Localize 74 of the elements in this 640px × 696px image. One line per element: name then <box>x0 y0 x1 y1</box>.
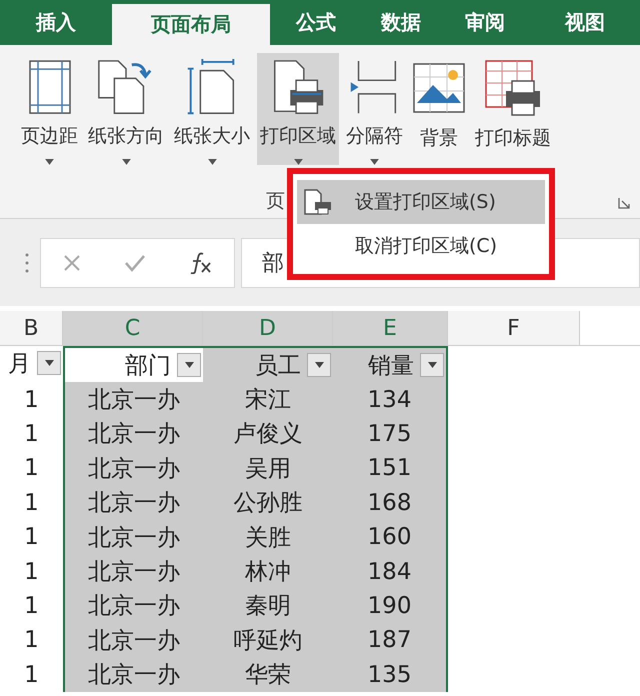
table-cell: 1 <box>24 662 39 688</box>
table-cell: 160 <box>368 524 412 550</box>
table-cell-text: 关胜 <box>245 524 291 553</box>
table-cell-text: 吴用 <box>245 454 291 484</box>
caret-icon <box>184 362 194 368</box>
check-icon[interactable] <box>124 254 146 272</box>
table-cell-text: 华荣 <box>245 661 291 690</box>
ribbon-button[interactable]: 纸张大小 <box>171 53 253 165</box>
table-cell: 168 <box>368 490 412 516</box>
table-cell-text: 宋江 <box>245 386 291 416</box>
table-cell: 1 <box>24 386 39 413</box>
column-header[interactable]: B <box>0 311 63 346</box>
header-cell-text: 员工 <box>255 352 301 381</box>
ribbon-button[interactable]: 背景 <box>410 53 468 165</box>
caret-icon <box>428 362 436 368</box>
table-cell: 190 <box>368 592 412 619</box>
caret-icon <box>314 362 324 368</box>
table-cell-text: 秦明 <box>245 592 291 622</box>
table-cell-text: 北京一办 <box>88 489 180 518</box>
table-printer-icon <box>484 59 542 117</box>
menu-item[interactable]: 设置打印区域(S) <box>297 180 545 224</box>
table-cell-text: 呼延灼 <box>234 626 302 656</box>
margins-icon <box>28 59 72 116</box>
filter-button[interactable] <box>307 353 331 378</box>
group-label: 页 <box>266 189 285 214</box>
table-cell-text: 北京一办 <box>88 386 180 416</box>
table-cell-text: 林冲 <box>245 558 291 588</box>
ribbon-tab[interactable]: 公式 <box>270 0 362 45</box>
header-cell-text: 月 <box>8 350 31 379</box>
table-cell: 175 <box>368 420 412 447</box>
header-cell-text: 部门 <box>125 352 171 381</box>
column-header[interactable]: F <box>448 311 580 346</box>
ribbon-button[interactable]: 纸张方向 <box>85 53 167 165</box>
ribbon-button[interactable]: 分隔符 <box>343 53 406 165</box>
table-cell: 135 <box>368 662 412 688</box>
table-cell: 1 <box>24 455 39 482</box>
caret-icon <box>44 360 54 366</box>
table-cell: 1 <box>24 558 39 585</box>
function-icon[interactable] <box>188 252 212 274</box>
header-cell-text: 销量 <box>368 352 414 381</box>
table-cell: 1 <box>24 592 39 619</box>
filter-button[interactable] <box>37 351 61 376</box>
table-cell: 1 <box>24 627 39 654</box>
table-cell-text: 北京一办 <box>88 558 180 588</box>
menu-item[interactable]: 取消打印区域(C) <box>297 224 545 268</box>
ribbon-tab[interactable]: 审阅 <box>440 0 530 45</box>
table-cell-text: 北京一办 <box>88 592 180 622</box>
ribbon-tab[interactable]: 视图 <box>530 0 640 45</box>
table-cell-text: 北京一办 <box>88 454 180 484</box>
table-cell: 1 <box>24 420 39 447</box>
table-cell-text: 公孙胜 <box>234 489 302 518</box>
table-cell: 184 <box>368 558 412 585</box>
table-cell: 1 <box>24 524 39 550</box>
filter-button[interactable] <box>420 353 444 378</box>
table-cell-text: 北京一办 <box>88 420 180 450</box>
column-header[interactable]: D <box>203 311 333 346</box>
table-cell: 187 <box>368 627 412 654</box>
filter-button[interactable] <box>177 353 201 378</box>
table-cell-text: 卢俊义 <box>234 420 302 450</box>
table-cell-text: 北京一办 <box>88 661 180 690</box>
table-cell-text: 北京一办 <box>88 524 180 553</box>
ribbon-tab[interactable]: 插入 <box>0 0 112 45</box>
column-header[interactable]: E <box>333 311 448 346</box>
table-cell: 151 <box>368 455 412 482</box>
ribbon-button[interactable]: 打印区域 <box>257 53 339 165</box>
ribbon-tab[interactable]: 页面布局 <box>112 4 270 45</box>
ribbon-tab[interactable]: 数据 <box>362 0 440 45</box>
table-cell: 1 <box>24 490 39 516</box>
ribbon-button[interactable]: 页边距 <box>18 53 81 165</box>
ribbon-button[interactable]: 打印标题 <box>472 53 554 165</box>
dialog-launcher-icon[interactable] <box>618 197 630 209</box>
table-cell-text: 北京一办 <box>88 626 180 656</box>
column-header[interactable]: C <box>63 311 203 346</box>
table-cell: 134 <box>368 386 412 413</box>
